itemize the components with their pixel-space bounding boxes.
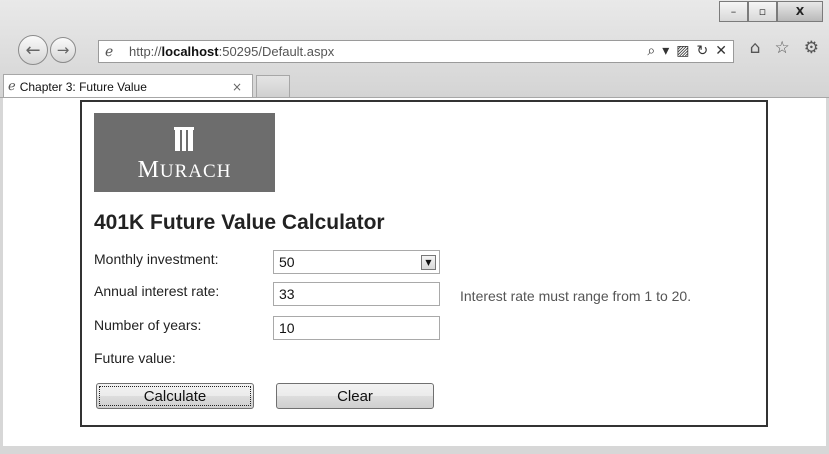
browser-toolbar-icons: ⌂ ☆ ⚙	[750, 38, 819, 58]
future-value-label: Future value:	[94, 350, 176, 366]
address-bar[interactable]: ℯ http://localhost:50295/Default.aspx ⌕ …	[98, 40, 734, 63]
interest-rate-error: Interest rate must range from 1 to 20.	[460, 288, 692, 304]
url-scheme: http://	[129, 44, 162, 59]
interest-rate-label: Annual interest rate:	[94, 283, 220, 299]
monthly-investment-select[interactable]: 50 ▼	[273, 250, 440, 274]
tab-close-icon[interactable]: ×	[232, 80, 242, 94]
page-title: 401K Future Value Calculator	[94, 211, 385, 234]
refresh-icon[interactable]: ↻	[697, 43, 709, 59]
close-window-button[interactable]: X	[777, 1, 823, 22]
clear-button[interactable]: Clear	[276, 383, 434, 409]
address-url[interactable]: http://localhost:50295/Default.aspx	[129, 44, 334, 59]
years-label: Number of years:	[94, 317, 202, 333]
window-frame-bottom	[0, 446, 829, 454]
new-tab-button[interactable]	[256, 75, 290, 98]
interest-rate-input[interactable]	[273, 282, 440, 306]
compatibility-icon[interactable]: ▨	[676, 43, 689, 59]
star-icon[interactable]: ☆	[775, 38, 790, 58]
murach-logo: MURACH	[94, 113, 275, 192]
navigation-buttons: ← →	[18, 35, 76, 65]
murach-logo-mark	[174, 127, 194, 151]
murach-logo-text: MURACH	[137, 157, 232, 183]
browser-chrome: – ▫ X ← → ℯ http://localhost:50295/Defau…	[0, 0, 829, 98]
monthly-investment-value: 50	[279, 254, 295, 270]
gear-icon[interactable]: ⚙	[804, 38, 819, 58]
stop-icon[interactable]: ✕	[715, 43, 727, 59]
chrome-divider	[0, 97, 829, 98]
forward-arrow-icon: →	[56, 41, 70, 59]
url-host: localhost	[161, 44, 219, 59]
forward-button[interactable]: →	[50, 37, 76, 63]
calculate-button[interactable]: Calculate	[96, 383, 254, 409]
address-tools: ⌕ ▾ ▨ ↻ ✕	[647, 43, 727, 59]
monthly-investment-label: Monthly investment:	[94, 251, 219, 267]
years-input[interactable]	[273, 316, 440, 340]
window-frame-left	[0, 98, 3, 454]
search-icon[interactable]: ⌕	[647, 43, 655, 59]
tab-title: Chapter 3: Future Value	[19, 79, 147, 94]
minimize-button[interactable]: –	[719, 1, 748, 22]
ie-page-icon: ℯ	[105, 43, 114, 60]
dropdown-icon[interactable]: ▾	[662, 43, 669, 59]
back-button[interactable]: ←	[18, 35, 48, 65]
ie-tab-icon: ℯ	[8, 79, 16, 94]
chevron-down-icon[interactable]: ▼	[421, 254, 436, 270]
home-icon[interactable]: ⌂	[750, 38, 761, 58]
back-arrow-icon: ←	[25, 39, 41, 61]
url-path: :50295/Default.aspx	[218, 44, 335, 59]
tab-future-value[interactable]: ℯ Chapter 3: Future Value ×	[3, 74, 253, 98]
window-controls: – ▫ X	[719, 1, 823, 22]
maximize-button[interactable]: ▫	[748, 1, 777, 22]
